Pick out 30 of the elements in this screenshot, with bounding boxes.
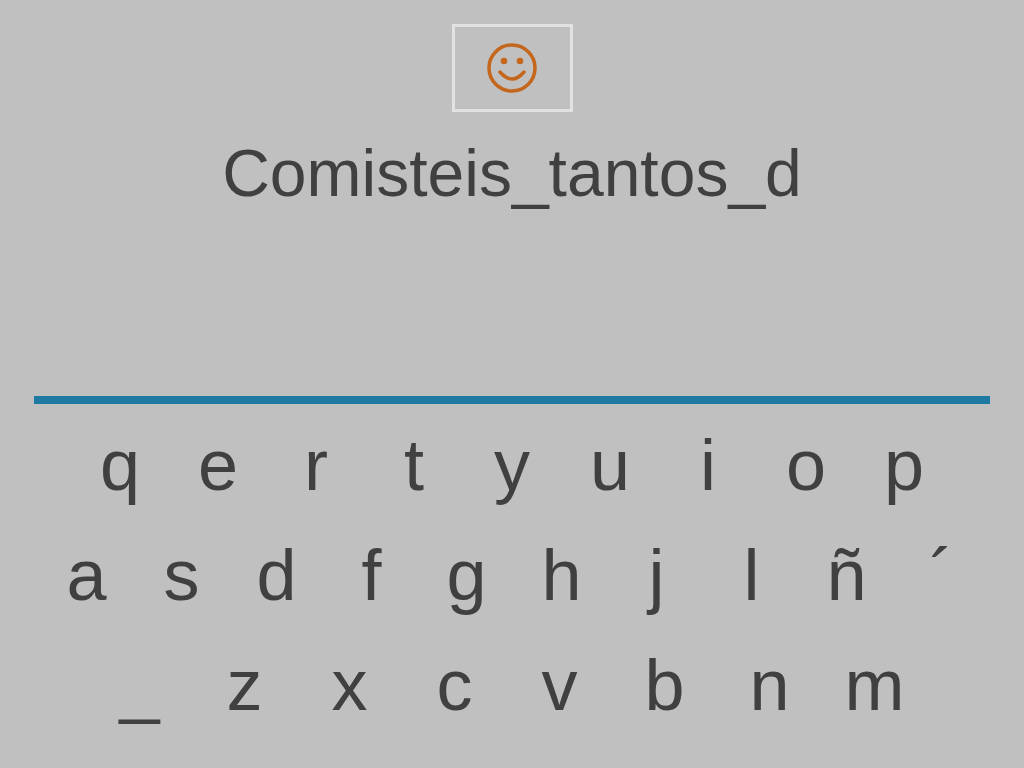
letter-key[interactable]: l: [704, 536, 799, 614]
letter-key[interactable]: e: [169, 426, 267, 504]
letter-key[interactable]: m: [822, 646, 927, 724]
letter-key[interactable]: z: [192, 646, 297, 724]
letter-key[interactable]: a: [39, 536, 134, 614]
letter-key[interactable]: _: [87, 646, 192, 724]
letter-key[interactable]: c: [402, 646, 507, 724]
letter-key[interactable]: y: [463, 426, 561, 504]
letter-key[interactable]: u: [561, 426, 659, 504]
letter-key[interactable]: j: [609, 536, 704, 614]
letter-key[interactable]: ´: [894, 536, 989, 614]
smiley-icon: [486, 42, 538, 94]
letter-key[interactable]: p: [855, 426, 953, 504]
letter-key[interactable]: x: [297, 646, 402, 724]
letter-key[interactable]: q: [71, 426, 169, 504]
letter-key[interactable]: t: [365, 426, 463, 504]
answer-text: Comisteis_tantos_d: [222, 135, 802, 212]
letter-key[interactable]: r: [267, 426, 365, 504]
letter-key[interactable]: b: [612, 646, 717, 724]
letter-key[interactable]: o: [757, 426, 855, 504]
hint-button[interactable]: [451, 24, 573, 112]
letter-key[interactable]: i: [659, 426, 757, 504]
letter-key[interactable]: ñ: [799, 536, 894, 614]
letter-key[interactable]: h: [514, 536, 609, 614]
letter-key[interactable]: g: [419, 536, 514, 614]
letter-key[interactable]: n: [717, 646, 822, 724]
letter-key[interactable]: v: [507, 646, 612, 724]
letter-key[interactable]: s: [134, 536, 229, 614]
letter-key[interactable]: d: [229, 536, 324, 614]
letter-key[interactable]: f: [324, 536, 419, 614]
